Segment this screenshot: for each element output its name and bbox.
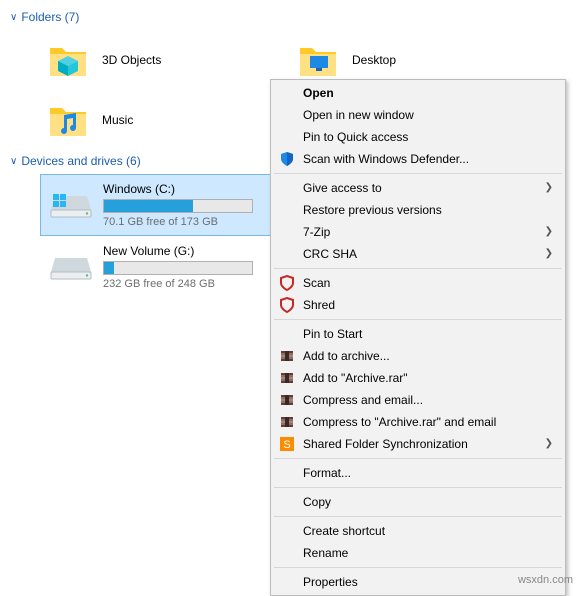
menu-item[interactable]: Give access to ❯ xyxy=(273,177,563,199)
menu-item-label: Shred xyxy=(303,298,335,312)
menu-separator xyxy=(274,516,562,517)
menu-item-label: Shared Folder Synchronization xyxy=(303,437,468,451)
drive-usage-bar xyxy=(103,199,253,213)
menu-item-label: Format... xyxy=(303,466,351,480)
menu-item[interactable]: Rename xyxy=(273,542,563,564)
menu-item[interactable]: Create shortcut xyxy=(273,520,563,542)
folder-label: Desktop xyxy=(352,53,396,67)
menu-item[interactable]: Add to archive... xyxy=(273,345,563,367)
mcafee-icon xyxy=(278,296,296,314)
section-title: Devices and drives (6) xyxy=(21,154,140,168)
drive-info: New Volume (G:) 232 GB free of 248 GB xyxy=(103,244,253,290)
menu-item[interactable]: Add to "Archive.rar" xyxy=(273,367,563,389)
menu-item[interactable]: Copy xyxy=(273,491,563,513)
section-title: Folders (7) xyxy=(21,10,79,24)
menu-item[interactable]: Open xyxy=(273,82,563,104)
chevron-right-icon: ❯ xyxy=(545,182,553,193)
watermark: wsxdn.com xyxy=(518,574,573,586)
menu-item[interactable]: Scan with Windows Defender... xyxy=(273,148,563,170)
folder-item[interactable]: Music xyxy=(40,90,290,150)
menu-item-label: Add to "Archive.rar" xyxy=(303,371,408,385)
menu-item-label: Give access to xyxy=(303,181,382,195)
menu-item-label: Copy xyxy=(303,495,331,509)
menu-item-label: 7-Zip xyxy=(303,225,330,239)
chevron-right-icon: ❯ xyxy=(545,248,553,259)
folder-label: Music xyxy=(102,113,133,127)
winrar-icon xyxy=(278,369,296,387)
drive-name: New Volume (G:) xyxy=(103,244,253,258)
mcafee-icon xyxy=(278,274,296,292)
context-menu: Open Open in new window Pin to Quick acces… xyxy=(270,79,566,596)
svg-text:S: S xyxy=(283,439,290,451)
drive-item[interactable]: Windows (C:) 70.1 GB free of 173 GB xyxy=(40,174,275,236)
menu-item-label: Restore previous versions xyxy=(303,203,442,217)
chevron-down-icon: ∨ xyxy=(10,156,17,167)
menu-item[interactable]: Scan xyxy=(273,272,563,294)
folder-icon xyxy=(44,36,92,84)
menu-item-label: Scan with Windows Defender... xyxy=(303,152,469,166)
menu-item-label: Pin to Start xyxy=(303,327,362,341)
menu-item[interactable]: Open in new window xyxy=(273,104,563,126)
menu-item[interactable]: Restore previous versions xyxy=(273,199,563,221)
drive-usage-bar xyxy=(103,261,253,275)
menu-item-label: Open xyxy=(303,86,334,100)
sync-icon: S xyxy=(278,435,296,453)
drive-icon xyxy=(47,243,95,291)
drive-icon xyxy=(47,181,95,229)
folder-icon xyxy=(294,36,342,84)
drive-free-text: 70.1 GB free of 173 GB xyxy=(103,216,253,228)
drive-name: Windows (C:) xyxy=(103,182,253,196)
menu-separator xyxy=(274,487,562,488)
menu-item-label: CRC SHA xyxy=(303,247,357,261)
menu-item-label: Rename xyxy=(303,546,348,560)
menu-item-label: Properties xyxy=(303,575,358,589)
drive-free-text: 232 GB free of 248 GB xyxy=(103,278,253,290)
menu-item-label: Compress and email... xyxy=(303,393,423,407)
winrar-icon xyxy=(278,413,296,431)
chevron-down-icon: ∨ xyxy=(10,12,17,23)
drive-item[interactable]: New Volume (G:) 232 GB free of 248 GB xyxy=(40,236,275,298)
menu-separator xyxy=(274,173,562,174)
drive-info: Windows (C:) 70.1 GB free of 173 GB xyxy=(103,182,253,228)
menu-separator xyxy=(274,319,562,320)
menu-item-label: Compress to "Archive.rar" and email xyxy=(303,415,496,429)
menu-item[interactable]: Compress and email... xyxy=(273,389,563,411)
menu-separator xyxy=(274,268,562,269)
menu-item[interactable]: CRC SHA ❯ xyxy=(273,243,563,265)
winrar-icon xyxy=(278,391,296,409)
chevron-right-icon: ❯ xyxy=(545,438,553,449)
chevron-right-icon: ❯ xyxy=(545,226,553,237)
menu-item-label: Open in new window xyxy=(303,108,414,122)
menu-item[interactable]: Shred xyxy=(273,294,563,316)
menu-item[interactable]: Compress to "Archive.rar" and email xyxy=(273,411,563,433)
menu-item[interactable]: Format... xyxy=(273,462,563,484)
defender-icon xyxy=(278,150,296,168)
folders-section-header[interactable]: ∨ Folders (7) xyxy=(10,6,573,30)
menu-separator xyxy=(274,458,562,459)
menu-item-label: Create shortcut xyxy=(303,524,385,538)
folder-icon xyxy=(44,96,92,144)
folder-item[interactable]: 3D Objects xyxy=(40,30,290,90)
menu-item[interactable]: Pin to Start xyxy=(273,323,563,345)
menu-item-label: Scan xyxy=(303,276,330,290)
menu-item[interactable]: Pin to Quick access xyxy=(273,126,563,148)
menu-item[interactable]: 7-Zip ❯ xyxy=(273,221,563,243)
menu-item-label: Pin to Quick access xyxy=(303,130,408,144)
menu-separator xyxy=(274,567,562,568)
menu-item-label: Add to archive... xyxy=(303,349,390,363)
winrar-icon xyxy=(278,347,296,365)
folder-label: 3D Objects xyxy=(102,53,161,67)
menu-item[interactable]: S Shared Folder Synchronization ❯ xyxy=(273,433,563,455)
